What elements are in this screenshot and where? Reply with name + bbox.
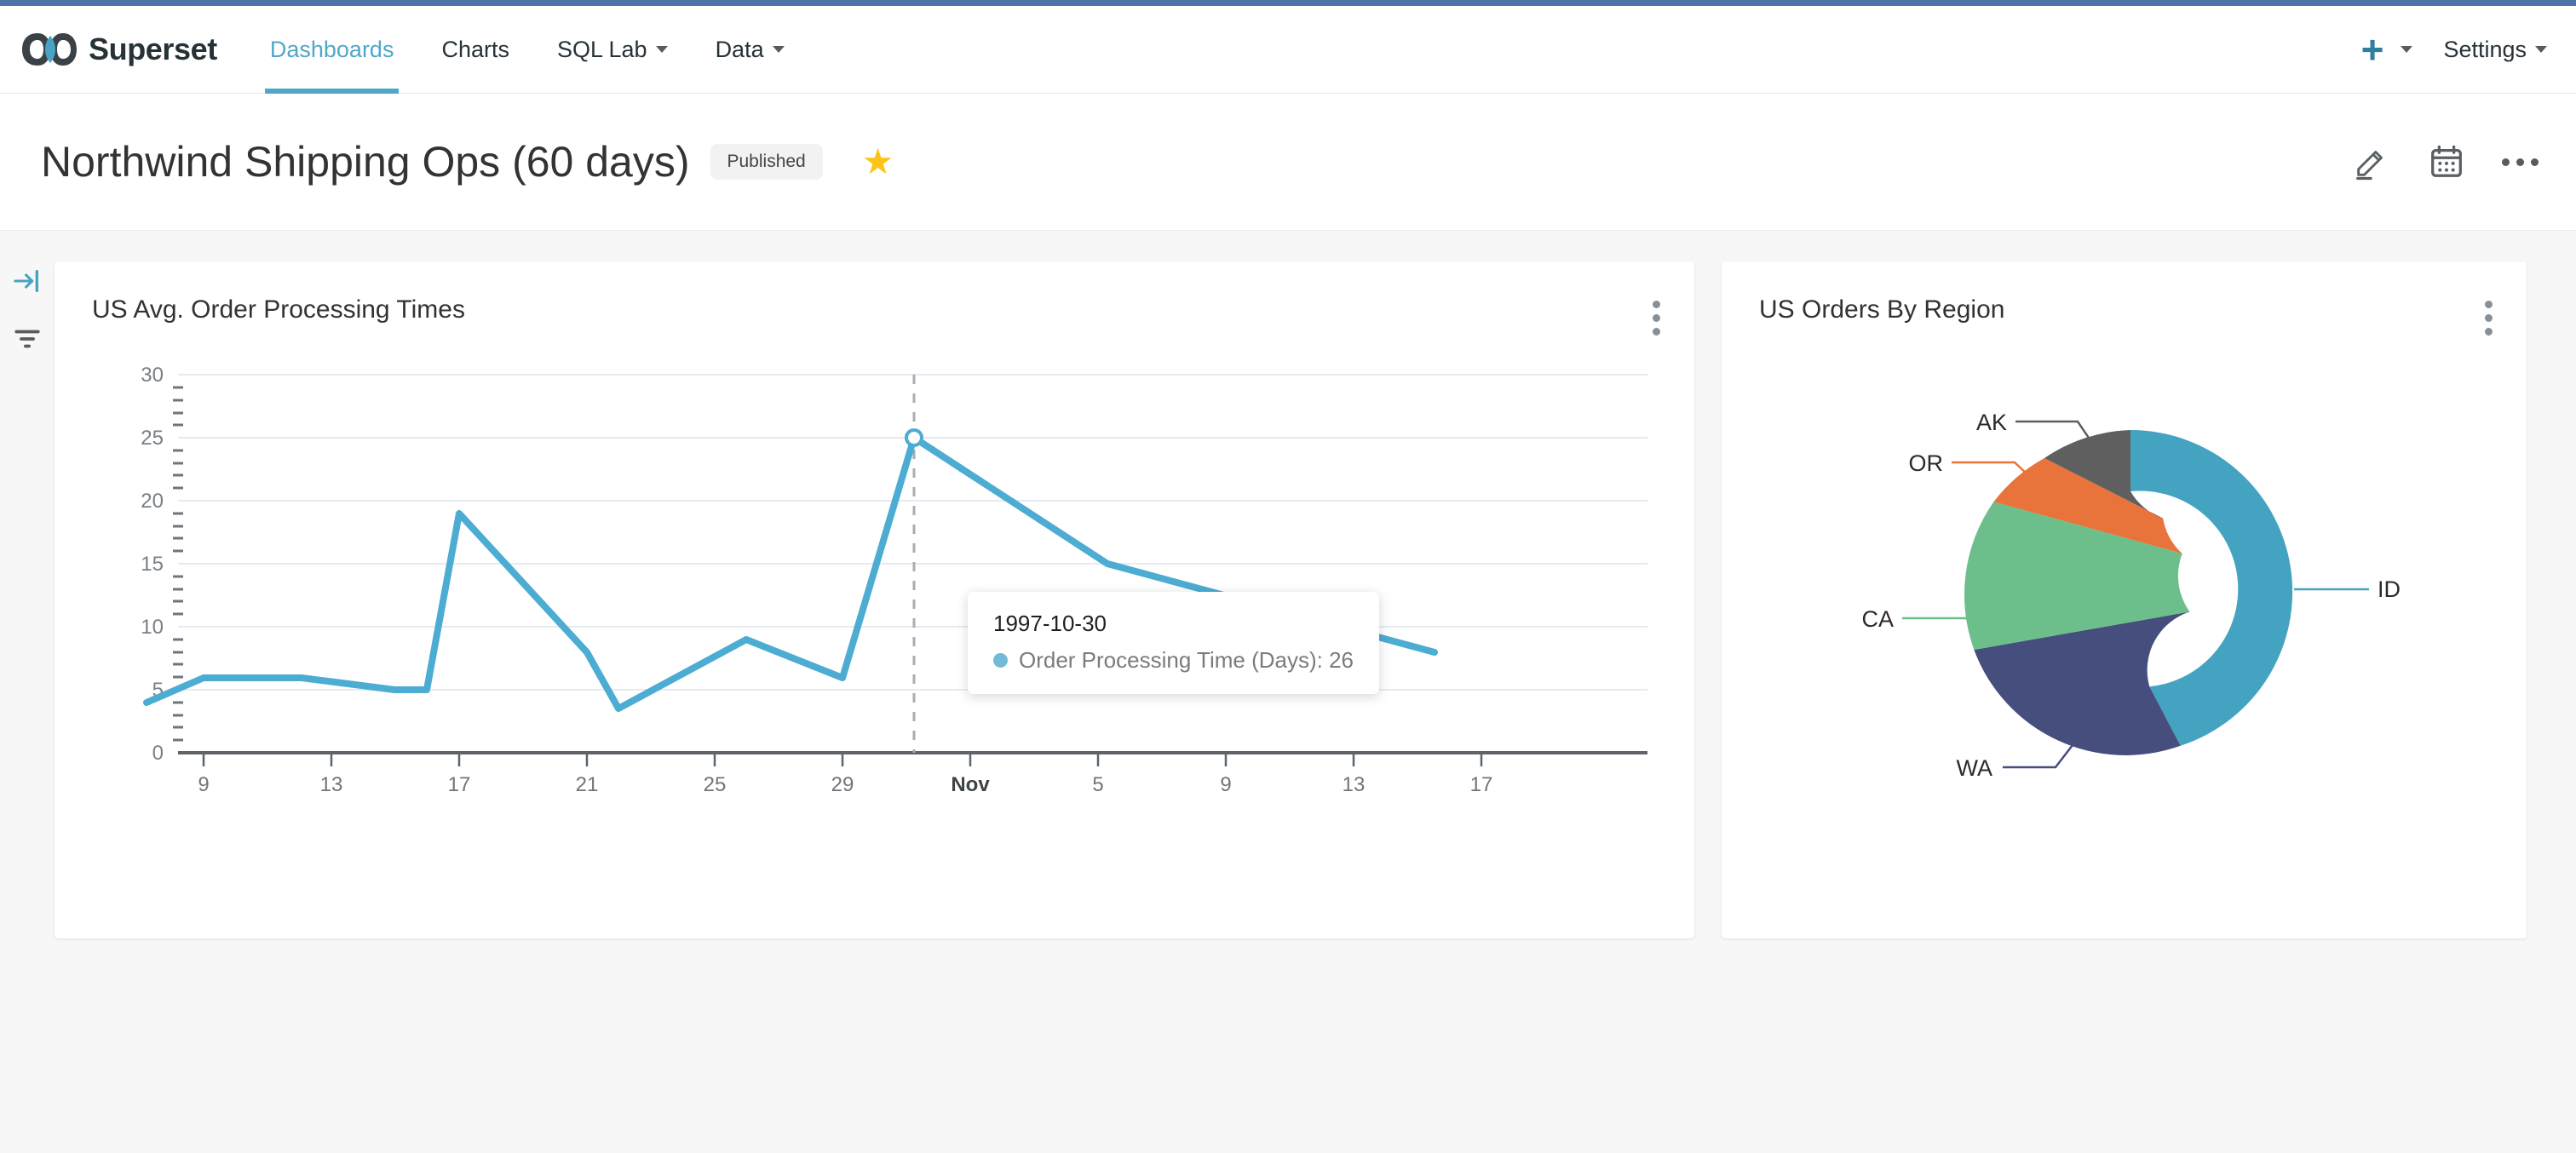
chart-card-line: US Avg. Order Processing Times 30 25 20 … — [55, 261, 1694, 938]
svg-text:Nov: Nov — [951, 773, 990, 796]
donut-label-id: ID — [2378, 576, 2401, 602]
nav-item-charts[interactable]: Charts — [417, 6, 533, 94]
nav-items: Dashboards Charts SQL Lab Data — [246, 6, 808, 94]
calendar-icon[interactable] — [2427, 142, 2466, 181]
nav-item-dashboards[interactable]: Dashboards — [246, 6, 418, 94]
dot — [1653, 328, 1660, 336]
plus-icon: + — [2360, 27, 2384, 72]
svg-text:15: 15 — [141, 553, 164, 576]
chart-card-header: US Orders By Region — [1722, 261, 2527, 336]
highlighted-data-point — [905, 428, 923, 447]
svg-text:29: 29 — [831, 773, 854, 796]
svg-text:0: 0 — [152, 742, 164, 765]
donut-label-ca: CA — [1861, 606, 1894, 632]
donut-slices-accurate — [1964, 429, 2293, 755]
tooltip-series-text: Order Processing Time (Days): 26 — [1019, 647, 1354, 673]
star-icon[interactable]: ★ — [862, 144, 894, 180]
svg-text:30: 30 — [141, 364, 164, 387]
x-axis-ticks — [202, 753, 1483, 766]
status-badge[interactable]: Published — [710, 144, 823, 180]
page-title: Northwind Shipping Ops (60 days) — [41, 138, 690, 186]
kebab-menu-icon[interactable] — [1653, 295, 1660, 336]
brand-name: Superset — [89, 32, 217, 66]
settings-menu[interactable]: Settings — [2443, 37, 2547, 63]
nav-item-data-label: Data — [715, 36, 764, 62]
donut-chart-svg: ID WA CA OR AK — [1861, 410, 2401, 781]
navbar-right-actions: + Settings — [2361, 30, 2547, 69]
svg-text:9: 9 — [1220, 773, 1231, 796]
svg-text:5: 5 — [1092, 773, 1103, 796]
svg-text:17: 17 — [448, 773, 471, 796]
nav-item-charts-label: Charts — [441, 36, 509, 62]
dot — [2531, 158, 2539, 166]
filter-icon[interactable] — [13, 324, 42, 353]
nav-item-dashboards-label: Dashboards — [269, 36, 394, 62]
svg-text:13: 13 — [1343, 773, 1366, 796]
chevron-down-icon — [655, 46, 668, 53]
tooltip-series-marker-icon — [993, 653, 1008, 668]
svg-text:9: 9 — [198, 773, 209, 796]
tooltip-series-row: Order Processing Time (Days): 26 — [993, 647, 1354, 674]
x-axis-tick-labels: 9 13 17 21 25 29 Nov 5 9 13 17 — [198, 773, 1492, 796]
chevron-down-icon — [2401, 46, 2413, 53]
svg-text:21: 21 — [576, 773, 599, 796]
tooltip-date: 1997-10-30 — [993, 611, 1107, 636]
dot — [2502, 158, 2510, 166]
new-item-button[interactable]: + — [2361, 30, 2413, 69]
settings-label: Settings — [2443, 36, 2527, 62]
svg-text:13: 13 — [320, 773, 343, 796]
dot — [1653, 301, 1660, 308]
nav-item-data[interactable]: Data — [692, 6, 808, 94]
ellipsis-horizontal-icon[interactable] — [2502, 158, 2539, 166]
svg-text:20: 20 — [141, 490, 164, 513]
dashboard-body: US Avg. Order Processing Times 30 25 20 … — [0, 230, 2576, 1153]
dot — [1653, 314, 1660, 322]
svg-text:25: 25 — [704, 773, 727, 796]
arrow-to-line-right-icon[interactable] — [13, 267, 42, 295]
svg-text:17: 17 — [1470, 773, 1493, 796]
line-chart-svg: 30 25 20 15 10 5 0 9 13 17 21 25 29 Nov … — [141, 364, 1647, 796]
pencil-icon[interactable] — [2352, 142, 2391, 181]
chart-card-header: US Avg. Order Processing Times — [55, 261, 1694, 336]
chart-tooltip: 1997-10-30 Order Processing Time (Days):… — [968, 592, 1380, 694]
chevron-down-icon — [2535, 46, 2547, 53]
dashboard-actions — [2352, 142, 2539, 181]
dot — [2485, 328, 2493, 336]
left-rail — [0, 231, 55, 1153]
kebab-menu-icon[interactable] — [2485, 295, 2493, 336]
donut-label-ak: AK — [1976, 410, 2007, 435]
donut-label-wa: WA — [1957, 755, 1993, 781]
svg-text:25: 25 — [141, 427, 164, 450]
donut-label-or: OR — [1909, 450, 1944, 476]
chart-card-donut: US Orders By Region ID WA CA OR AK — [1722, 261, 2527, 938]
dot — [2485, 314, 2493, 322]
svg-text:10: 10 — [141, 616, 164, 639]
chart-title: US Avg. Order Processing Times — [92, 295, 465, 324]
chevron-down-icon — [772, 46, 785, 53]
nav-item-sql-lab-label: SQL Lab — [556, 36, 647, 62]
infinity-logo-icon — [22, 33, 77, 66]
dot — [2485, 301, 2493, 308]
chart-grid: US Avg. Order Processing Times 30 25 20 … — [55, 261, 2550, 938]
main-navbar: Superset Dashboards Charts SQL Lab Data … — [0, 6, 2576, 94]
line-chart-plot: 30 25 20 15 10 5 0 9 13 17 21 25 29 Nov … — [55, 336, 1694, 937]
chart-title: US Orders By Region — [1759, 295, 2005, 324]
dot — [2516, 158, 2524, 166]
dashboard-header: Northwind Shipping Ops (60 days) Publish… — [0, 94, 2576, 230]
nav-item-sql-lab[interactable]: SQL Lab — [533, 6, 692, 94]
brand-logo-link[interactable]: Superset — [20, 30, 217, 69]
donut-chart-plot: ID WA CA OR AK — [1722, 336, 2527, 937]
